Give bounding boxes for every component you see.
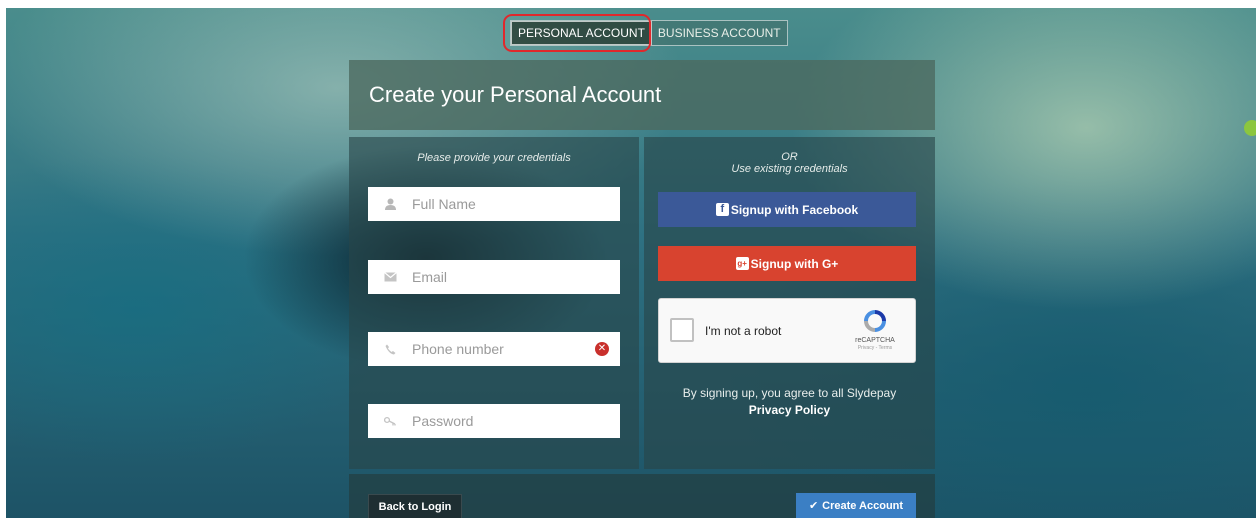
social-signup-panel: OR Use existing credentials f Signup wit…: [644, 137, 935, 469]
key-icon: [368, 416, 412, 426]
signup-facebook-label: Signup with Facebook: [730, 202, 859, 217]
card-footer: Back to Login ✔ Create Account: [349, 474, 935, 518]
google-plus-icon: g+: [735, 257, 749, 270]
recaptcha-icon: [864, 310, 886, 332]
phone-field[interactable]: Phone number ✕: [368, 332, 620, 366]
edge-indicator: [1244, 120, 1256, 136]
tab-business-account[interactable]: BUSINESS ACCOUNT: [652, 21, 787, 45]
email-field[interactable]: Email: [368, 260, 620, 294]
phone-placeholder: Phone number: [412, 341, 504, 357]
recaptcha-logo: reCAPTCHA Privacy - Terms: [845, 307, 905, 351]
credentials-panel: Please provide your credentials Full Nam…: [349, 137, 639, 469]
card-header: Create your Personal Account: [349, 60, 935, 130]
check-icon: ✔: [808, 500, 819, 512]
page-title: Create your Personal Account: [369, 82, 662, 107]
privacy-policy-link[interactable]: Privacy Policy: [644, 402, 935, 419]
full-name-field[interactable]: Full Name: [368, 187, 620, 221]
terms-agreement-text: By signing up, you agree to all Slydepay: [682, 386, 897, 400]
recaptcha-label: I'm not a robot: [705, 324, 782, 338]
recaptcha-checkbox[interactable]: [670, 318, 694, 342]
credentials-note: Please provide your credentials: [417, 152, 571, 164]
or-label: OR: [781, 151, 798, 163]
recaptcha-brand: reCAPTCHA: [855, 337, 895, 344]
create-account-label: Create Account: [822, 500, 904, 512]
signup-google-label: Signup with G+: [750, 256, 839, 271]
back-to-login-button[interactable]: Back to Login: [368, 494, 462, 518]
full-name-placeholder: Full Name: [412, 196, 476, 212]
existing-credentials-note: Use existing credentials: [731, 163, 848, 175]
facebook-icon: f: [715, 203, 729, 216]
user-icon: [368, 198, 412, 210]
create-account-button[interactable]: ✔ Create Account: [796, 493, 916, 518]
tab-highlight-annotation: [503, 14, 651, 52]
terms-agreement: By signing up, you agree to all Slydepay…: [644, 385, 935, 419]
clear-icon[interactable]: ✕: [595, 342, 609, 356]
recaptcha-terms[interactable]: Privacy - Terms: [845, 345, 905, 351]
envelope-icon: [368, 272, 412, 282]
recaptcha-widget: I'm not a robot reCAPTCHA Privacy - Term…: [658, 298, 916, 363]
password-placeholder: Password: [412, 413, 474, 429]
signup-google-button[interactable]: g+ Signup with G+: [658, 246, 916, 281]
phone-icon: [368, 344, 412, 355]
signup-facebook-button[interactable]: f Signup with Facebook: [658, 192, 916, 227]
email-placeholder: Email: [412, 269, 448, 285]
password-field[interactable]: Password: [368, 404, 620, 438]
